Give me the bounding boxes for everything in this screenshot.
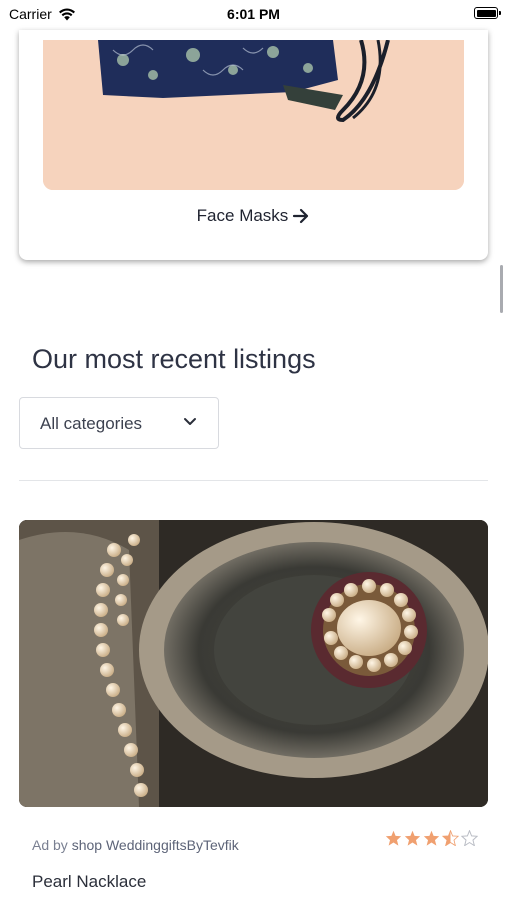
battery-icon	[474, 7, 501, 19]
section-title: Our most recent listings	[32, 344, 316, 374]
divider	[19, 480, 488, 481]
category-image	[43, 40, 464, 190]
category-label: Face Masks	[196, 206, 289, 225]
category-card-face-masks[interactable]: Face Masks	[19, 30, 488, 260]
rating-stars	[385, 830, 478, 846]
listing-image[interactable]	[19, 520, 488, 807]
star-empty-icon	[461, 830, 478, 846]
category-link[interactable]: Face Masks	[19, 206, 488, 226]
category-filter-select[interactable]: All categories	[19, 397, 219, 449]
star-icon	[423, 830, 440, 846]
star-icon	[404, 830, 421, 846]
scrollbar[interactable]	[500, 265, 503, 313]
shop-name-link[interactable]: WeddinggiftsByTevfik	[106, 837, 239, 853]
category-filter-value: All categories	[40, 414, 143, 433]
ad-prefix: Ad by	[32, 837, 68, 853]
arrow-right-icon	[293, 208, 309, 224]
listing-title[interactable]: Pearl Nacklace	[32, 872, 146, 892]
shop-prefix: shop	[71, 837, 103, 853]
star-icon	[385, 830, 402, 846]
star-half-icon	[442, 830, 459, 846]
ad-attribution: Ad by shop WeddinggiftsByTevfik	[32, 837, 239, 853]
clock: 6:01 PM	[227, 6, 280, 22]
status-bar: Carrier 6:01 PM	[0, 0, 507, 30]
chevron-down-icon	[184, 418, 196, 425]
